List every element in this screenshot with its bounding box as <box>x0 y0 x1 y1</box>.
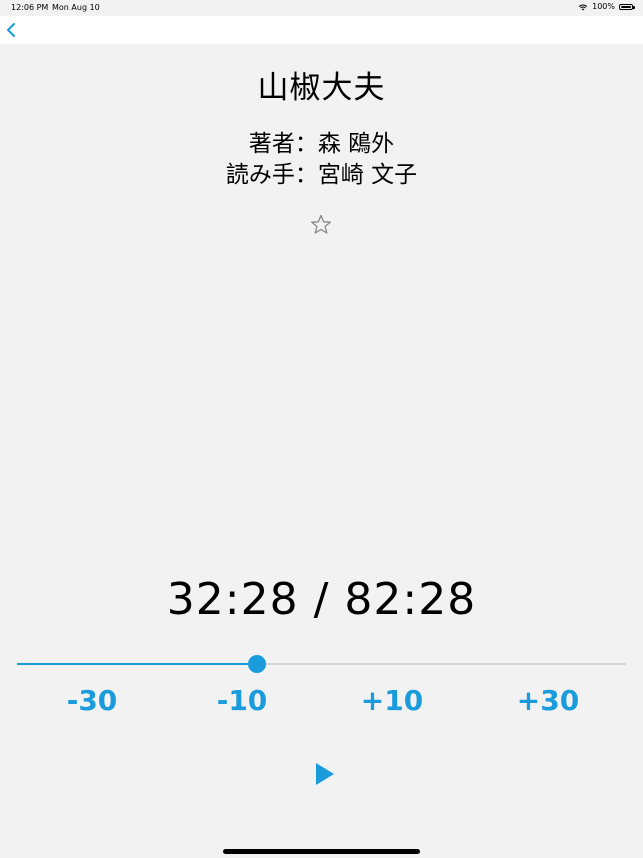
skip-forward-10-button[interactable]: +10 <box>342 684 442 717</box>
star-outline-icon[interactable] <box>309 213 333 237</box>
battery-icon <box>619 3 635 10</box>
status-bar: 12:06 PM Mon Aug 10 100% <box>0 0 643 16</box>
skip-forward-30-button[interactable]: +30 <box>498 684 598 717</box>
status-time: 12:06 PM <box>11 3 49 12</box>
status-date: Mon Aug 10 <box>52 3 100 12</box>
chevron-left-icon[interactable] <box>4 20 20 40</box>
reader-line: 読み手：宮崎 文子 <box>225 162 418 188</box>
playback-timecode: 32:28 / 82:28 <box>166 574 477 625</box>
book-title: 山椒大夫 <box>257 70 386 106</box>
skip-back-30-button[interactable]: -30 <box>42 684 142 717</box>
wifi-icon <box>578 4 588 10</box>
play-icon[interactable] <box>313 761 337 787</box>
status-right: 100% <box>578 2 635 11</box>
author-line: 著者：森 鴎外 <box>248 131 395 157</box>
battery-percent: 100% <box>592 2 615 11</box>
nav-bar <box>0 16 643 44</box>
progress-fill <box>17 663 257 665</box>
progress-thumb[interactable] <box>248 655 266 673</box>
home-indicator <box>223 849 420 854</box>
progress-slider[interactable] <box>17 655 626 673</box>
skip-back-10-button[interactable]: -10 <box>192 684 292 717</box>
